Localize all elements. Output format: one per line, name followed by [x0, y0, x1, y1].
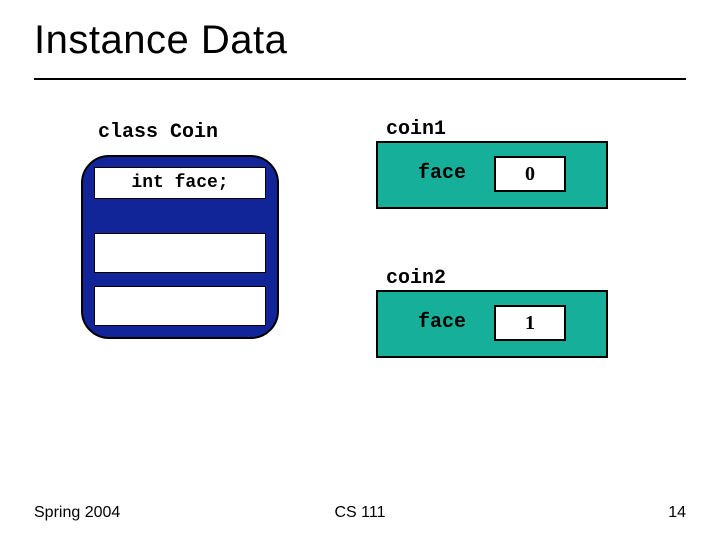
instance2-field-name: face — [418, 311, 466, 334]
footer-term: Spring 2004 — [34, 504, 120, 522]
instance1-field-name: face — [418, 162, 466, 185]
instance2-box — [376, 290, 608, 358]
method-placeholder-2 — [94, 286, 266, 326]
footer-course: CS 111 — [335, 504, 386, 522]
instance-var-text: int face; — [131, 173, 228, 193]
class-label: class Coin — [98, 121, 218, 144]
title-underline — [34, 78, 686, 80]
instance-var-row: int face; — [94, 167, 266, 199]
instance2-label: coin2 — [386, 267, 446, 290]
slide-title: Instance Data — [34, 18, 287, 63]
instance2-value: 1 — [494, 305, 566, 341]
instance1-value: 0 — [494, 156, 566, 192]
footer-page-number: 14 — [668, 504, 686, 522]
instance1-label: coin1 — [386, 118, 446, 141]
slide: Instance Data class Coin int face; coin1… — [0, 0, 720, 540]
method-placeholder-1 — [94, 233, 266, 273]
instance1-box — [376, 141, 608, 209]
